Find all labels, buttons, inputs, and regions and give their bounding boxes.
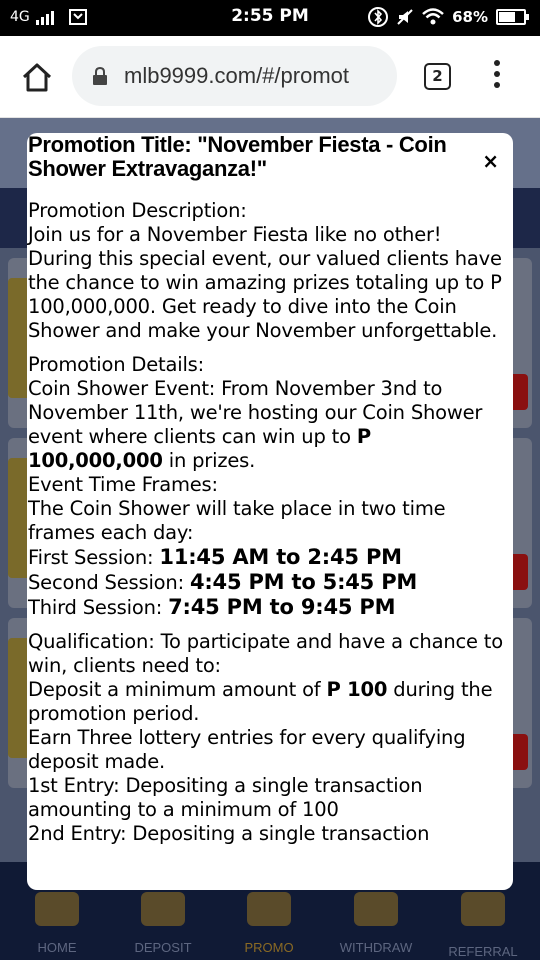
details-text-prefix: Coin Shower Event: From November 3nd to … [28, 377, 483, 448]
battery-icon [496, 9, 529, 25]
tab-switcher-button[interactable]: 2 [424, 63, 451, 90]
session-third: Third Session: 7:45 PM to 9:45 PM [28, 595, 508, 620]
session-first: First Session: 11:45 AM to 2:45 PM [28, 545, 508, 570]
status-right: 68% [368, 7, 529, 27]
details-heading: Promotion Details: [28, 353, 204, 376]
nav-label: DEPOSIT [134, 940, 192, 955]
session-label: Second Session: [28, 571, 190, 594]
modal-body: Promotion Description: Join us for a Nov… [28, 199, 508, 846]
session-label: First Session: [28, 546, 160, 569]
browser-toolbar: mlb9999.com/#/promot 2 [0, 36, 540, 118]
nav-withdraw[interactable]: WITHDRAW [331, 892, 421, 955]
nav-label: REFERRAL [448, 944, 518, 959]
nav-deposit[interactable]: DEPOSIT [118, 892, 208, 955]
url-text: mlb9999.com/#/promot [124, 63, 349, 88]
close-icon[interactable]: × [482, 151, 499, 171]
nav-home[interactable]: HOME [12, 892, 102, 955]
details-text: Coin Shower Event: From November 3nd to … [28, 377, 508, 473]
home-icon [35, 892, 79, 926]
promotion-modal: Promotion Title: "November Fiesta - Coin… [27, 133, 513, 890]
wifi-icon [422, 8, 444, 25]
session-time: 4:45 PM to 5:45 PM [189, 570, 418, 594]
battery-percent: 68% [452, 8, 488, 26]
nav-label: PROMO [244, 940, 294, 955]
entry-second: 2nd Entry: Depositing a single transacti… [28, 822, 430, 845]
promo-gift-icon [247, 892, 291, 926]
withdraw-coins-icon [354, 892, 398, 926]
deposit-requirement: Deposit a minimum amount of P 100 during… [28, 678, 508, 726]
overflow-menu-icon[interactable] [490, 60, 504, 92]
status-bar: 4G 2:55 PM 68% [0, 0, 540, 36]
lock-icon [93, 67, 107, 85]
description-text: Join us for a November Fiesta like no ot… [28, 223, 502, 342]
qualification-text: Qualification: To participate and have a… [28, 630, 503, 677]
nav-promo[interactable]: PROMO [224, 892, 314, 955]
session-second: Second Session: 4:45 PM to 5:45 PM [28, 570, 508, 595]
entries-text: Earn Three lottery entries for every qua… [28, 726, 466, 773]
details-text-suffix: in prizes. [162, 449, 256, 472]
session-time: 7:45 PM to 9:45 PM [168, 595, 396, 619]
nav-label: HOME [37, 940, 77, 955]
address-bar[interactable]: mlb9999.com/#/promot [72, 46, 397, 106]
time-frames-heading: Event Time Frames: [28, 473, 218, 496]
session-time: 11:45 AM to 2:45 PM [159, 545, 402, 569]
referral-people-icon [461, 892, 505, 926]
time-frames-text: The Coin Shower will take place in two t… [28, 497, 446, 544]
nav-referral[interactable]: REFERRAL [438, 892, 528, 959]
modal-title: Promotion Title: "November Fiesta - Coin… [28, 133, 447, 181]
deposit-icon [141, 892, 185, 926]
home-button[interactable] [20, 60, 54, 94]
bluetooth-icon [368, 7, 389, 27]
nav-label: WITHDRAW [339, 940, 413, 955]
deposit-amount: P 100 [326, 678, 388, 701]
entry-first: 1st Entry: Depositing a single transacti… [28, 774, 423, 821]
session-label: Third Session: [28, 596, 169, 619]
silent-mode-icon [397, 9, 413, 25]
description-heading: Promotion Description: [28, 199, 247, 222]
deposit-prefix: Deposit a minimum amount of [28, 678, 327, 701]
